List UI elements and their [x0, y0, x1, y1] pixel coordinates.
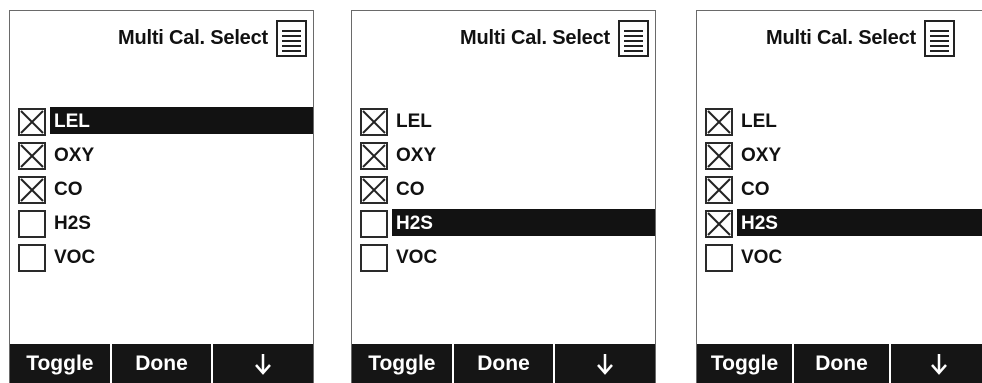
check-x-icon: [707, 178, 731, 202]
list-item-co[interactable]: CO: [697, 173, 982, 207]
checkbox[interactable]: [360, 244, 388, 272]
check-x-icon: [20, 110, 44, 134]
down-button[interactable]: [211, 344, 313, 383]
checkbox[interactable]: [360, 108, 388, 136]
list-item-label: LEL: [396, 111, 432, 132]
check-x-icon: [362, 144, 386, 168]
toggle-button[interactable]: Toggle: [352, 344, 452, 383]
list-item-label: H2S: [741, 213, 778, 234]
screen-title: Multi Cal. Select: [766, 27, 916, 49]
checkbox[interactable]: [705, 108, 733, 136]
list-item-label: LEL: [741, 111, 777, 132]
checkbox[interactable]: [360, 176, 388, 204]
list-item-lel[interactable]: LEL: [697, 105, 982, 139]
checkbox[interactable]: [705, 210, 733, 238]
check-x-icon: [20, 246, 44, 270]
check-x-icon: [707, 144, 731, 168]
sensor-list: LEL OXY CO H2S VOC: [10, 105, 313, 275]
device-screen-2: Multi Cal. Select LEL OXY CO H2S VOC Tog…: [351, 10, 656, 383]
checkbox[interactable]: [705, 142, 733, 170]
list-item-label: VOC: [54, 247, 96, 268]
list-item-label: VOC: [741, 247, 783, 268]
list-item-co[interactable]: CO: [352, 173, 655, 207]
list-item-h2s[interactable]: H2S: [697, 207, 982, 241]
list-item-oxy[interactable]: OXY: [10, 139, 313, 173]
screen-header: Multi Cal. Select: [697, 11, 982, 66]
screen-header: Multi Cal. Select: [352, 11, 655, 66]
check-x-icon: [362, 246, 386, 270]
list-item-label: VOC: [396, 247, 438, 268]
list-item-label: CO: [741, 179, 770, 200]
screen-header: Multi Cal. Select: [10, 11, 313, 66]
list-item-label: OXY: [741, 145, 782, 166]
arrow-down-icon: [930, 353, 947, 375]
checkbox[interactable]: [18, 244, 46, 272]
check-x-icon: [362, 212, 386, 236]
list-item-label: OXY: [396, 145, 437, 166]
list-item-voc[interactable]: VOC: [352, 241, 655, 275]
list-item-oxy[interactable]: OXY: [697, 139, 982, 173]
softkey-bar: Toggle Done: [10, 344, 313, 383]
check-x-icon: [20, 212, 44, 236]
checkbox[interactable]: [705, 244, 733, 272]
list-item-h2s[interactable]: H2S: [10, 207, 313, 241]
checkbox[interactable]: [360, 142, 388, 170]
sensor-list: LEL OXY CO H2S VOC: [697, 105, 982, 275]
checkbox[interactable]: [18, 142, 46, 170]
list-item-lel[interactable]: LEL: [10, 105, 313, 139]
sensor-list: LEL OXY CO H2S VOC: [352, 105, 655, 275]
menu-list-icon[interactable]: [923, 20, 955, 57]
checkbox[interactable]: [360, 210, 388, 238]
check-x-icon: [362, 178, 386, 202]
check-x-icon: [707, 110, 731, 134]
menu-list-icon[interactable]: [276, 20, 307, 57]
list-item-label: CO: [396, 179, 425, 200]
checkbox[interactable]: [18, 108, 46, 136]
done-button[interactable]: Done: [792, 344, 889, 383]
down-button[interactable]: [553, 344, 655, 383]
list-item-label: OXY: [54, 145, 95, 166]
list-item-voc[interactable]: VOC: [697, 241, 982, 275]
screen-title: Multi Cal. Select: [118, 27, 268, 49]
checkbox[interactable]: [705, 176, 733, 204]
check-x-icon: [20, 178, 44, 202]
arrow-down-icon: [597, 353, 614, 375]
done-button[interactable]: Done: [451, 344, 554, 383]
list-item-label: H2S: [396, 213, 433, 234]
done-button[interactable]: Done: [109, 344, 212, 383]
arrow-down-icon: [255, 353, 272, 375]
list-item-label: H2S: [54, 213, 91, 234]
device-screen-1: Multi Cal. Select LEL OXY CO H2S VOC Tog…: [9, 10, 314, 383]
softkey-bar: Toggle Done: [352, 344, 655, 383]
list-item-label: LEL: [54, 111, 90, 132]
checkbox[interactable]: [18, 210, 46, 238]
checkbox[interactable]: [18, 176, 46, 204]
check-x-icon: [362, 110, 386, 134]
check-x-icon: [707, 246, 731, 270]
list-item-voc[interactable]: VOC: [10, 241, 313, 275]
softkey-bar: Toggle Done: [697, 344, 982, 383]
menu-list-icon[interactable]: [618, 20, 649, 57]
check-x-icon: [707, 212, 731, 236]
list-item-co[interactable]: CO: [10, 173, 313, 207]
list-item-label: CO: [54, 179, 83, 200]
down-button[interactable]: [889, 344, 982, 383]
device-screen-3: Multi Cal. Select LEL OXY CO H2S VOC Tog…: [696, 10, 982, 383]
toggle-button[interactable]: Toggle: [10, 344, 110, 383]
toggle-button[interactable]: Toggle: [697, 344, 792, 383]
list-item-h2s[interactable]: H2S: [352, 207, 655, 241]
list-item-lel[interactable]: LEL: [352, 105, 655, 139]
list-item-oxy[interactable]: OXY: [352, 139, 655, 173]
check-x-icon: [20, 144, 44, 168]
screen-title: Multi Cal. Select: [460, 27, 610, 49]
